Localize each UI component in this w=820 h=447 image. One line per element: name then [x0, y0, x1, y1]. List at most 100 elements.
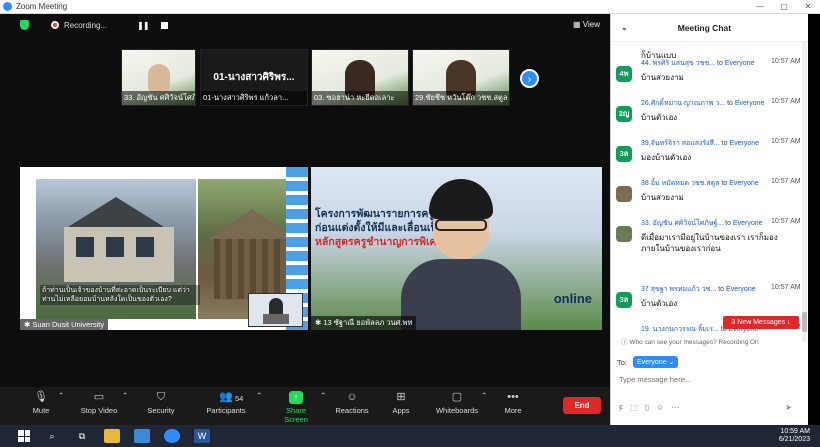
speaker-body [401, 259, 521, 330]
screenshot-icon[interactable]: ⬚ [630, 403, 638, 414]
sender-name: 33. อัญชัน ศศิวัจน์โศภิษฐ์... [641, 220, 724, 227]
end-meeting-button[interactable]: End [563, 397, 601, 414]
chat-input-toolbar: Ꞙ ⬚ ▯ ☺ ⋯ ➤ [619, 403, 799, 414]
maximize-button[interactable]: ▢ [772, 0, 796, 14]
store-icon[interactable] [134, 429, 150, 443]
share-options-chevron-icon[interactable]: ⌃ [320, 391, 326, 400]
format-icon[interactable]: Ꞙ [619, 403, 623, 414]
chat-message-meta: 39.จันทร์จิรา สอแสงรังสี... to Everyone [641, 140, 760, 147]
chat-scrollbar[interactable] [802, 42, 807, 342]
word-app-icon[interactable]: W [194, 429, 210, 443]
stop-video-button[interactable]: ▭ Stop Video [78, 391, 120, 415]
recipient-dropdown[interactable]: Everyone ⌄ [633, 356, 679, 368]
file-icon[interactable]: ▯ [645, 403, 649, 414]
video-area: Recording... ❚❚ ▦ View 33. อัญชัน ศศิวัจ… [0, 14, 610, 387]
sender-name: 39.จันทร์จิรา สอแสงรังสี... [641, 140, 720, 147]
search-icon[interactable]: ⌕ [44, 429, 60, 443]
clock-date: 6/21/2023 [778, 436, 810, 443]
mute-label: Mute [32, 406, 50, 415]
next-page-chevron-icon[interactable]: › [520, 69, 539, 88]
participants-label: Participants [206, 406, 246, 415]
chat-message-meta: 33. อัญชัน ศศิวัจน์โศภิษฐ์... to Everyon… [641, 220, 763, 227]
sender-name: 44. พรศิริ แสนสุข วชช... [641, 60, 716, 67]
audio-options-chevron-icon[interactable]: ⌃ [58, 391, 64, 400]
close-button[interactable]: ✕ [796, 0, 820, 14]
whiteboards-label: Whiteboards [435, 406, 479, 415]
minimize-button[interactable]: — [748, 0, 772, 14]
slide-caption: ถ้าท่านเป็นเจ้าของบ้านที่สะอาดเป็นระเบีย… [40, 285, 200, 305]
chat-message-input[interactable] [619, 372, 799, 386]
chat-message-meta: 37 สุขฐา พรหมแก้ว วช... to Everyone [641, 286, 756, 293]
chat-message-time: 10:57 AM [771, 218, 801, 225]
apps-button[interactable]: ⊞ Apps [390, 391, 412, 415]
chat-message-meta: 38 อิ้ม หมัดหมด วชช.สตูล to Everyone [641, 180, 759, 187]
chevron-down-icon[interactable]: ⌄ [621, 23, 628, 32]
task-view-icon[interactable]: ⧉ [74, 429, 90, 443]
window-controls: — ▢ ✕ [748, 0, 820, 14]
share-screen-button[interactable]: ↑ Share Screen [274, 391, 318, 424]
participant-thumbnail[interactable]: 33. อัญชัน ศศิวัจน์โศภิษฐ์... [121, 49, 196, 106]
speaker-hair [429, 179, 493, 219]
presenter-pip-video[interactable] [248, 293, 303, 327]
to-label: To: [617, 357, 628, 367]
chat-message-meta: 26.ศักดิ์หมาน ญาณภาพ ว... to Everyone [641, 100, 765, 107]
speaker-glasses [435, 219, 487, 231]
online-text: online [553, 291, 592, 306]
chat-message-text: บ้านสวยงาม [641, 73, 684, 82]
chat-message-list[interactable]: ก็บ้านแบบ 4พ 44. พรศิริ แสนสุข วชช... to… [611, 42, 801, 352]
sender-avatar: 2ญ [616, 106, 632, 122]
windows-start-icon[interactable] [18, 430, 30, 442]
chat-message-time: 10:57 AM [771, 58, 801, 65]
participant-thumbnail[interactable]: 01-นางสาวศิริพร... 01-นางสาวศิริพร แก้วล… [200, 49, 308, 106]
share-screen-icon: ↑ [289, 391, 303, 404]
chat-message-time: 10:57 AM [771, 284, 801, 291]
apps-icon: ⊞ [396, 391, 406, 403]
more-options-icon[interactable]: ⋯ [671, 403, 679, 414]
participant-thumbnail[interactable]: 29.ชัยชีช หวันโต๊ก วชช.สตูล [412, 49, 510, 106]
recipient-row: To: Everyone ⌄ [617, 356, 679, 368]
speaker-video-tile[interactable]: โครงการพัฒนารายการครู...การศึกษา ก่อนแต่… [311, 167, 602, 330]
security-shield-icon[interactable] [20, 20, 29, 30]
emoji-icon[interactable]: ☺ [656, 403, 664, 414]
reactions-label: Reactions [335, 406, 369, 415]
whiteboards-button[interactable]: ▢ Whiteboards [435, 391, 479, 415]
sender-name: 37 สุขฐา พรหมแก้ว วช... [641, 286, 717, 293]
reactions-button[interactable]: ☺ Reactions [334, 391, 370, 415]
whiteboard-options-chevron-icon[interactable]: ⌃ [481, 391, 487, 400]
shield-icon: ⛉ [156, 391, 166, 403]
chat-message-text: บ้านตัวเอง [641, 299, 678, 308]
scrollbar-thumb[interactable] [802, 312, 807, 332]
system-clock[interactable]: 10:59 AM 6/21/2023 [779, 428, 810, 444]
security-label: Security [147, 406, 175, 415]
sender-avatar-photo [616, 226, 632, 242]
new-messages-button[interactable]: 3 New Messages ↓ [723, 316, 799, 329]
participant-thumbnail[interactable]: 03. ซอฮาน่า หะยีดอเลาะ [311, 49, 409, 106]
view-button[interactable]: ▦ View [573, 20, 600, 29]
sender-avatar: 3ล [616, 146, 632, 162]
sender-avatar-photo [616, 186, 632, 202]
chat-message-text: มองบ้านตัวเอง [641, 153, 692, 162]
video-options-chevron-icon[interactable]: ⌃ [122, 391, 128, 400]
who-can-see-messages-link[interactable]: ⓘ Who can see your messages? Recording O… [621, 336, 759, 346]
house-window [106, 237, 124, 257]
meeting-toolbar: 🎙 Mute ⌃ ▭ Stop Video ⌃ ⛉ Security 👥 Par… [0, 387, 610, 425]
participants-options-chevron-icon[interactable]: ⌃ [256, 391, 262, 400]
mute-button[interactable]: 🎙 Mute [28, 391, 54, 415]
file-explorer-icon[interactable] [104, 429, 120, 443]
recording-icon [51, 21, 59, 29]
participants-count: 54 [235, 394, 244, 403]
share-screen-label: Share Screen [284, 406, 308, 424]
chat-header: ⌄ Meeting Chat [611, 14, 808, 42]
pause-recording-button[interactable]: ❚❚ [137, 21, 149, 30]
recipient: Everyone [732, 220, 763, 227]
zoom-app-icon[interactable] [164, 429, 180, 443]
participant-name: 03. ซอฮาน่า หะยีดอเลาะ [312, 91, 408, 105]
more-button[interactable]: ••• More [502, 391, 524, 415]
stop-recording-button[interactable] [160, 21, 168, 29]
security-button[interactable]: ⛉ Security [145, 391, 177, 415]
send-icon[interactable]: ➤ [785, 403, 792, 412]
recipient-value: Everyone [637, 359, 667, 366]
recipient: Everyone [729, 180, 759, 187]
shared-slide-tile[interactable]: ถ้าท่านเป็นเจ้าของบ้านที่สะอาดเป็นระเบีย… [20, 167, 308, 330]
house-wall [214, 239, 290, 299]
